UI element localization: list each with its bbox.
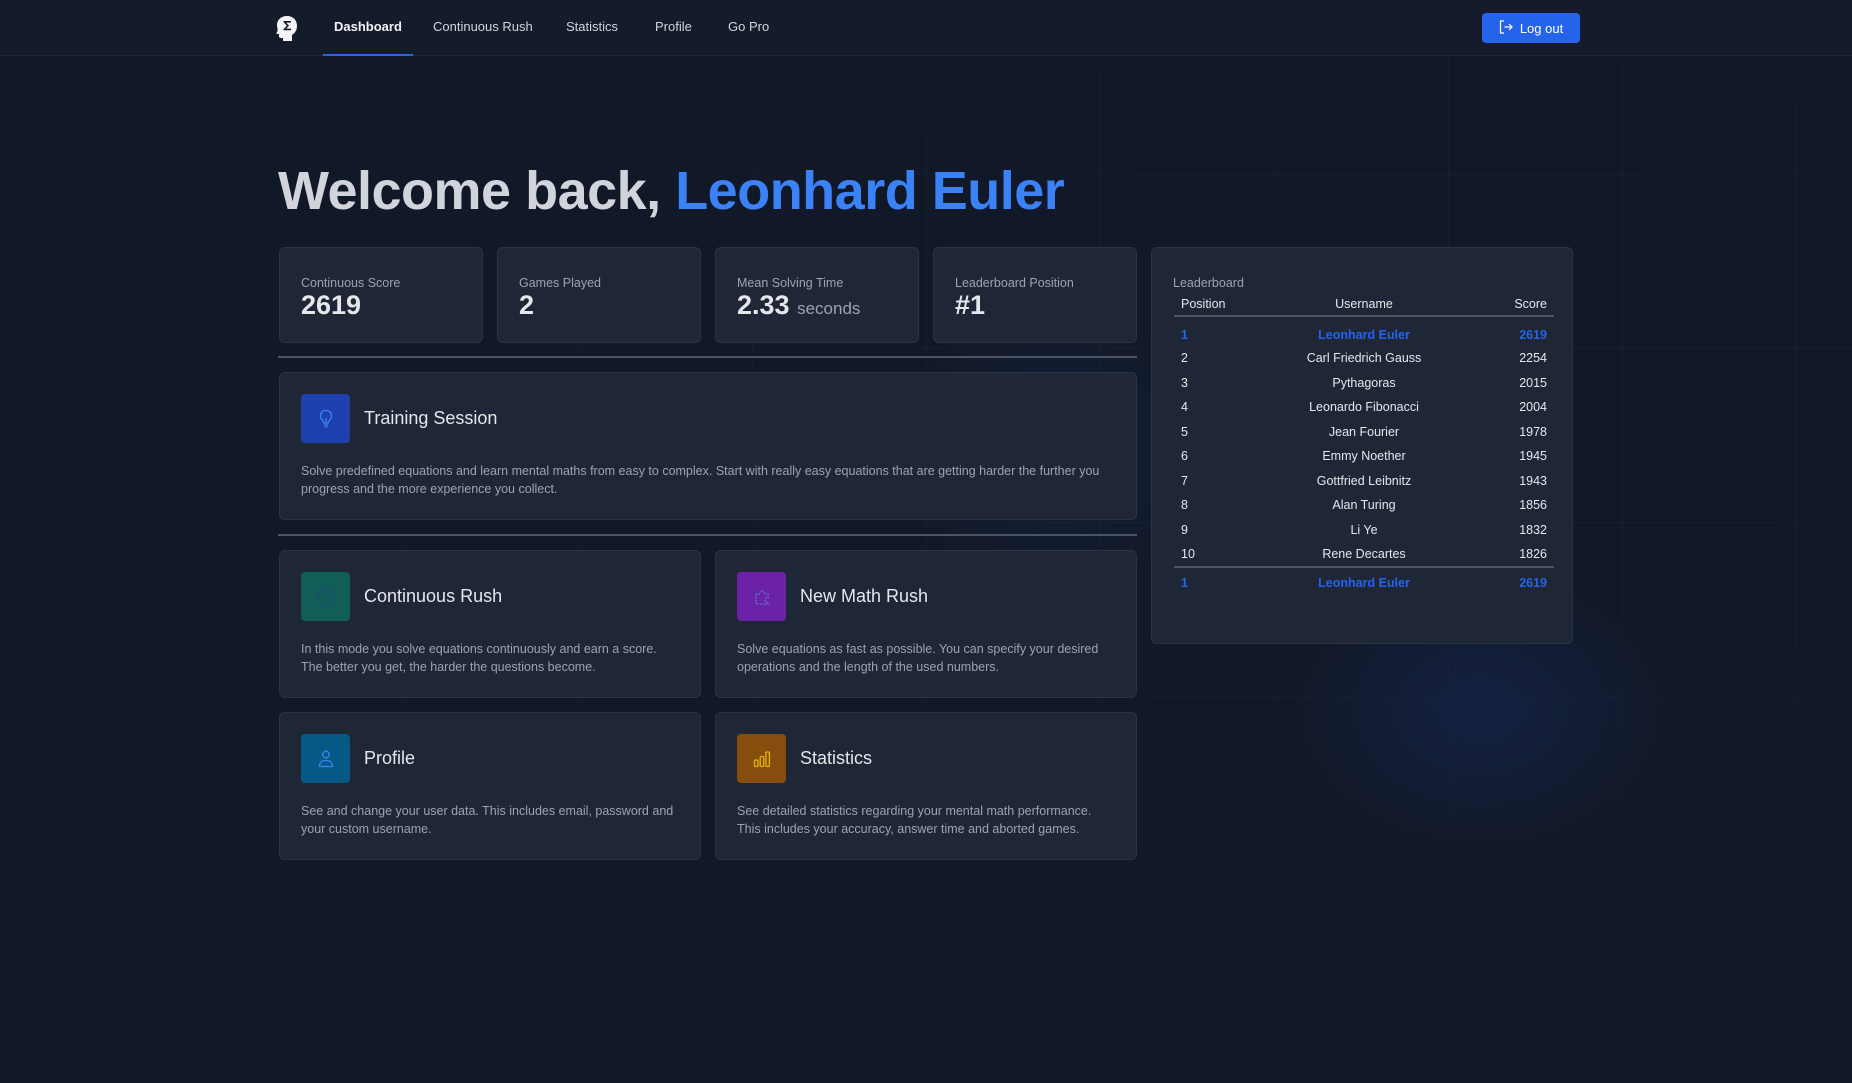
cell-position: 7 [1181, 473, 1188, 488]
cell-position: 3 [1181, 375, 1188, 390]
cell-score: 1856 [1519, 498, 1547, 513]
leaderboard-table: Position Username Score 1 Leonhard Euler 2… [1174, 292, 1554, 597]
cell-score: 1832 [1519, 522, 1547, 537]
cell-position: 6 [1181, 449, 1188, 464]
logout-button[interactable]: Log out [1482, 13, 1580, 43]
cell-score: 1943 [1519, 473, 1547, 488]
stat-label: Continuous Score [301, 276, 401, 290]
cell-score: 2015 [1519, 375, 1547, 390]
stat-label: Leaderboard Position [955, 276, 1074, 290]
clock-icon [301, 572, 350, 621]
welcome-prefix: Welcome back, [278, 161, 676, 221]
leaderboard-row: 9 Li Ye 1832 [1174, 518, 1554, 543]
new-math-rush-card[interactable]: New Math Rush Solve equations as fast as… [715, 550, 1137, 698]
cell-username: Pythagoras [1332, 375, 1396, 390]
cell-username: Jean Fourier [1328, 424, 1400, 439]
leaderboard-row: 1 Leonhard Euler 2619 [1174, 316, 1554, 346]
cell-position: 2 [1181, 351, 1188, 366]
leaderboard-title: Leaderboard [1173, 276, 1244, 290]
leaderboard-row: 10 Rene Decartes 1826 [1174, 542, 1554, 567]
section-divider [278, 356, 1137, 358]
cell-score: 1945 [1519, 449, 1547, 464]
leaderboard-row: 3 Pythagoras 2015 [1174, 371, 1554, 396]
cell-position: 1 [1181, 576, 1188, 590]
cell-position: 9 [1181, 522, 1188, 537]
leaderboard-row: 7 Gottfried Leibnitz 1943 [1174, 469, 1554, 494]
cell-username: Gottfried Leibnitz [1316, 473, 1412, 488]
head-sigma-icon[interactable] [276, 15, 298, 41]
cell-username: Leonardo Fibonacci [1309, 400, 1419, 415]
feature-title: Profile [364, 748, 416, 768]
welcome-heading: Welcome back, Leonhard Euler [278, 160, 1065, 222]
column-header-score: Score [1514, 296, 1547, 311]
feature-description: In this mode you solve equations continu… [301, 642, 657, 674]
bar-chart-icon [737, 734, 786, 783]
cell-username: Leonhard Euler [1318, 576, 1410, 590]
logout-icon [1499, 19, 1513, 37]
stat-unit: seconds [797, 299, 861, 318]
cell-score: 2619 [1519, 576, 1547, 590]
top-navbar: Dashboard Continuous Rush Statistics Pro… [0, 0, 1852, 56]
continuous-rush-card[interactable]: Continuous Rush In this mode you solve e… [279, 550, 701, 698]
stat-value: #1 [955, 290, 986, 320]
feature-description: Solve predefined equations and learn men… [301, 464, 1100, 496]
training-session-card[interactable]: Training Session Solve predefined equati… [279, 372, 1137, 520]
logout-label: Log out [1519, 20, 1564, 36]
statistics-card[interactable]: Statistics See detailed statistics regar… [715, 712, 1137, 860]
leaderboard-row: 6 Emmy Noether 1945 [1174, 444, 1554, 469]
section-divider [278, 534, 1137, 536]
lightbulb-icon [301, 394, 350, 443]
leaderboard-card: Leaderboard Position Username Score 1 Leo… [1151, 247, 1573, 644]
nav-dashboard[interactable]: Dashboard [323, 0, 413, 56]
cell-username: Rene Decartes [1322, 546, 1406, 561]
leaderboard-row: 8 Alan Turing 1856 [1174, 493, 1554, 518]
leaderboard-header-row: Position Username Score [1174, 292, 1554, 316]
stat-value: 2619 [301, 290, 362, 320]
feature-title: Continuous Rush [364, 586, 503, 606]
cell-position: 10 [1181, 546, 1195, 561]
cell-username: Carl Friedrich Gauss [1306, 351, 1422, 366]
nav-continuous-rush[interactable]: Continuous Rush [433, 0, 533, 56]
column-header-position: Position [1181, 296, 1226, 311]
cell-score: 2254 [1519, 351, 1547, 366]
stat-label: Games Played [519, 276, 601, 290]
feature-title: Statistics [800, 748, 873, 768]
cell-username: Emmy Noether [1322, 449, 1406, 464]
cell-username: Li Ye [1350, 522, 1378, 537]
leaderboard-row: 2 Carl Friedrich Gauss 2254 [1174, 346, 1554, 371]
cell-score: 1826 [1519, 546, 1547, 561]
feature-title: Training Session [364, 408, 498, 428]
stat-card-mean-solving-time: Mean Solving Time 2.33 seconds [715, 247, 919, 343]
stat-card-games-played: Games Played 2 [497, 247, 701, 343]
column-header-username: Username [1335, 296, 1393, 311]
stat-value: 2.33 seconds [737, 290, 861, 320]
puzzle-icon [737, 572, 786, 621]
nav-go-pro[interactable]: Go Pro [728, 0, 769, 56]
welcome-username: Leonhard Euler [675, 161, 1065, 221]
cell-username: Leonhard Euler [1318, 327, 1410, 342]
feature-description: Solve equations as fast as possible. You… [737, 642, 1099, 674]
leaderboard-current-user-row: 1 Leonhard Euler 2619 [1174, 566, 1554, 597]
feature-description: See and change your user data. This incl… [301, 804, 674, 836]
cell-username: Alan Turing [1332, 498, 1396, 513]
stat-value: 2 [519, 290, 535, 320]
stat-label: Mean Solving Time [737, 276, 844, 290]
cell-position: 5 [1181, 424, 1188, 439]
stat-card-continuous-score: Continuous Score 2619 [279, 247, 483, 343]
user-icon [301, 734, 350, 783]
nav-statistics[interactable]: Statistics [566, 0, 618, 56]
cell-position: 8 [1181, 498, 1188, 513]
cell-position: 1 [1181, 327, 1188, 342]
cell-score: 2004 [1519, 400, 1547, 415]
leaderboard-row: 4 Leonardo Fibonacci 2004 [1174, 395, 1554, 420]
cell-position: 4 [1181, 400, 1188, 415]
leaderboard-row: 5 Jean Fourier 1978 [1174, 420, 1554, 445]
stat-card-leaderboard-position: Leaderboard Position #1 [933, 247, 1137, 343]
cell-score: 2619 [1519, 327, 1547, 342]
cell-score: 1978 [1519, 424, 1547, 439]
feature-description: See detailed statistics regarding your m… [737, 804, 1092, 836]
profile-card[interactable]: Profile See and change your user data. T… [279, 712, 701, 860]
feature-title: New Math Rush [800, 586, 929, 606]
nav-profile[interactable]: Profile [655, 0, 692, 56]
